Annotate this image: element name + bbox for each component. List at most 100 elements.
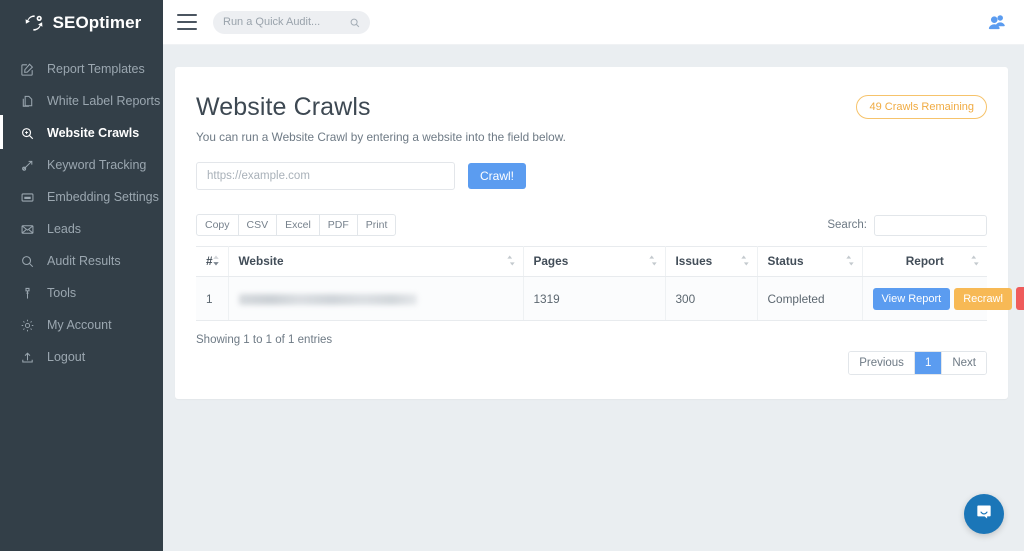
search-input[interactable] xyxy=(223,16,341,28)
column-header-pages[interactable]: Pages xyxy=(523,247,665,277)
wrench-icon xyxy=(18,284,36,302)
column-header-index[interactable]: # xyxy=(196,247,228,277)
sidebar-item-embedding-settings[interactable]: Embedding Settings xyxy=(0,181,163,213)
crawl-url-input[interactable] xyxy=(196,162,455,190)
brand-name: SEOptimer xyxy=(53,13,142,33)
column-label: Report xyxy=(906,254,944,268)
recrawl-button[interactable]: Recrawl xyxy=(954,288,1012,310)
sort-icon xyxy=(971,255,979,269)
column-header-issues[interactable]: Issues xyxy=(665,247,757,277)
users-icon[interactable] xyxy=(986,11,1008,33)
page-content: Website Crawls You can run a Website Cra… xyxy=(163,45,1024,399)
cell-issues: 300 xyxy=(665,277,757,321)
showing-entries-text: Showing 1 to 1 of 1 entries xyxy=(196,334,332,346)
column-label: Issues xyxy=(676,254,713,268)
cell-pages: 1319 xyxy=(523,277,665,321)
sidebar-item-keyword-tracking[interactable]: Keyword Tracking xyxy=(0,149,163,181)
edit-square-icon xyxy=(18,60,36,78)
export-pdf-button[interactable]: PDF xyxy=(319,214,358,236)
sidebar-item-label: Logout xyxy=(47,350,85,364)
delete-crawl-button[interactable] xyxy=(1016,287,1024,310)
crawls-table: # Website xyxy=(196,246,987,321)
cell-index: 1 xyxy=(196,277,228,321)
column-label: Website xyxy=(239,254,284,268)
website-crawls-card: Website Crawls You can run a Website Cra… xyxy=(175,67,1008,399)
topbar-right xyxy=(986,11,1008,33)
sidebar-item-label: Report Templates xyxy=(47,62,145,76)
export-print-button[interactable]: Print xyxy=(357,214,397,236)
row-actions: View Report Recrawl xyxy=(873,287,978,310)
quick-audit-search[interactable] xyxy=(213,11,370,34)
search-plus-icon xyxy=(18,124,36,142)
app-root: SEOptimer Report Templates xyxy=(0,0,1024,551)
export-csv-button[interactable]: CSV xyxy=(238,214,278,236)
crawl-form: Crawl! xyxy=(196,162,987,190)
export-button-group: Copy CSV Excel PDF Print xyxy=(196,214,395,236)
sidebar-item-leads[interactable]: Leads xyxy=(0,213,163,245)
column-header-website[interactable]: Website xyxy=(228,247,523,277)
table-head: # Website xyxy=(196,247,987,277)
sidebar-item-label: Audit Results xyxy=(47,254,121,268)
pagination-page-1-button[interactable]: 1 xyxy=(915,352,942,374)
table-row: 1 1319 300 Completed View Report Recrawl xyxy=(196,277,987,321)
chat-launcher-button[interactable] xyxy=(964,494,1004,534)
sidebar-item-logout[interactable]: Logout xyxy=(0,341,163,373)
sidebar-item-label: Leads xyxy=(47,222,81,236)
column-header-report[interactable]: Report xyxy=(862,247,987,277)
envelope-icon xyxy=(18,220,36,238)
sidebar-item-my-account[interactable]: My Account xyxy=(0,309,163,341)
main-area: Website Crawls You can run a Website Cra… xyxy=(163,0,1024,551)
sidebar-item-website-crawls[interactable]: Website Crawls xyxy=(0,117,163,149)
column-label: Pages xyxy=(534,254,569,268)
sidebar: SEOptimer Report Templates xyxy=(0,0,163,551)
sidebar-item-audit-results[interactable]: Audit Results xyxy=(0,245,163,277)
table-footer: Showing 1 to 1 of 1 entries Previous 1 N… xyxy=(196,334,987,375)
pagination: Previous 1 Next xyxy=(848,351,987,375)
cell-report-actions: View Report Recrawl xyxy=(862,277,987,321)
sidebar-item-label: Website Crawls xyxy=(47,126,139,140)
export-excel-button[interactable]: Excel xyxy=(276,214,320,236)
seoptimer-logo-icon xyxy=(22,11,46,35)
embed-box-icon xyxy=(18,188,36,206)
table-toolbar: Copy CSV Excel PDF Print Search: xyxy=(196,214,987,236)
search-icon xyxy=(349,16,361,34)
sidebar-item-tools[interactable]: Tools xyxy=(0,277,163,309)
sidebar-nav: Report Templates White Label Reports xyxy=(0,45,163,373)
sidebar-item-label: Tools xyxy=(47,286,76,300)
sort-icon xyxy=(846,255,854,269)
gear-icon xyxy=(18,316,36,334)
pagination-previous-button[interactable]: Previous xyxy=(849,352,915,374)
logout-upload-icon xyxy=(18,348,36,366)
sidebar-item-label: My Account xyxy=(47,318,112,332)
crawl-submit-button[interactable]: Crawl! xyxy=(468,163,526,189)
view-report-button[interactable]: View Report xyxy=(873,288,951,310)
table-body: 1 1319 300 Completed View Report Recrawl xyxy=(196,277,987,321)
hamburger-icon[interactable] xyxy=(177,14,197,30)
sidebar-item-label: White Label Reports xyxy=(47,94,160,108)
pagination-next-button[interactable]: Next xyxy=(942,352,986,374)
trend-line-icon xyxy=(18,156,36,174)
export-copy-button[interactable]: Copy xyxy=(196,214,239,236)
magnifier-icon xyxy=(18,252,36,270)
column-header-status[interactable]: Status xyxy=(757,247,862,277)
sidebar-item-report-templates[interactable]: Report Templates xyxy=(0,53,163,85)
copy-files-icon xyxy=(18,92,36,110)
sidebar-item-white-label-reports[interactable]: White Label Reports xyxy=(0,85,163,117)
table-search-label: Search: xyxy=(827,219,867,231)
column-label: Status xyxy=(768,254,804,268)
page-subtitle: You can run a Website Crawl by entering … xyxy=(196,130,987,144)
sort-icon xyxy=(212,255,220,269)
brand-logo-area[interactable]: SEOptimer xyxy=(0,0,163,45)
table-search-input[interactable] xyxy=(874,215,987,236)
topbar xyxy=(163,0,1024,45)
crawls-remaining-badge: 49 Crawls Remaining xyxy=(856,95,987,119)
sidebar-item-label: Embedding Settings xyxy=(47,190,159,204)
redacted-website-value xyxy=(239,294,417,305)
cell-website xyxy=(228,277,523,321)
chat-bubble-icon xyxy=(974,502,994,527)
cell-status: Completed xyxy=(757,277,862,321)
sort-icon xyxy=(741,255,749,269)
sort-icon xyxy=(507,255,515,269)
sidebar-item-label: Keyword Tracking xyxy=(47,158,146,172)
table-header-row: # Website xyxy=(196,247,987,277)
